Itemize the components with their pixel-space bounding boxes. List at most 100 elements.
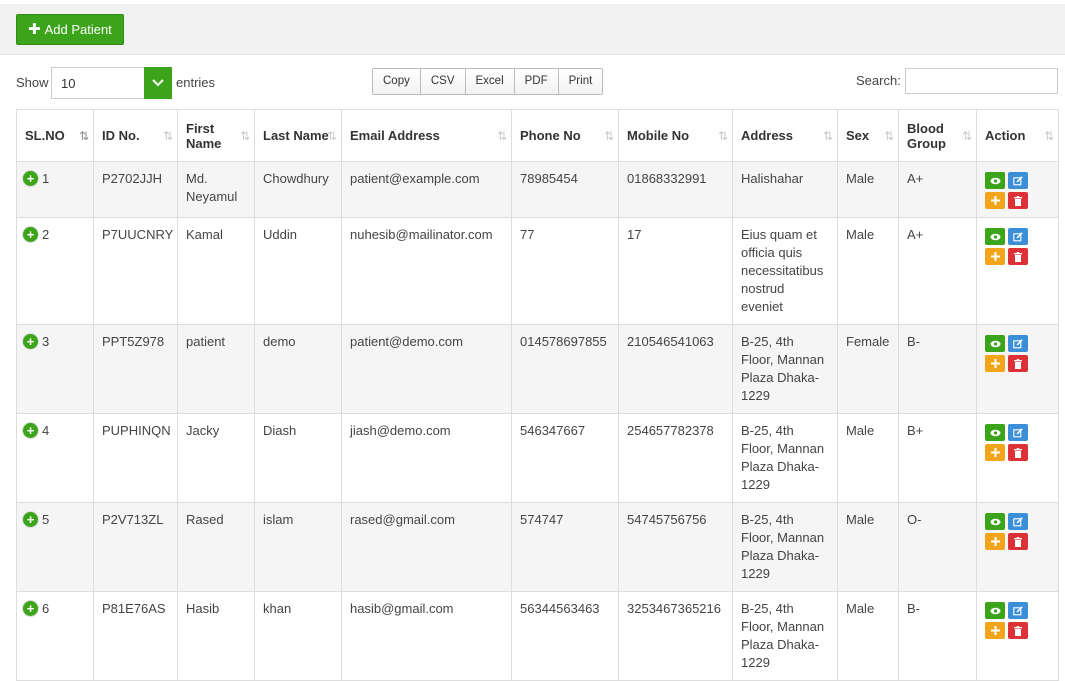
sl-no-value: 2 — [42, 227, 50, 242]
plus-circle-icon[interactable]: + — [23, 601, 38, 616]
sort-arrows-icon: ⇅ — [162, 128, 173, 143]
add-button[interactable] — [985, 248, 1005, 265]
header-id-no[interactable]: ID No. ⇅ — [93, 109, 178, 162]
plus-circle-icon[interactable]: + — [23, 227, 38, 242]
email-cell: nuhesib@mailinator.com — [341, 217, 512, 325]
edit-button[interactable] — [1008, 424, 1028, 441]
delete-button[interactable] — [1008, 622, 1028, 639]
phone-cell: 77 — [511, 217, 619, 325]
print-button[interactable]: Print — [558, 69, 603, 94]
view-button[interactable] — [985, 602, 1005, 619]
sex-cell: Male — [837, 591, 899, 681]
pdf-button[interactable]: PDF — [514, 69, 559, 94]
plus-circle-icon[interactable]: + — [23, 423, 38, 438]
header-address[interactable]: Address ⇅ — [732, 109, 838, 162]
chevron-down-icon[interactable] — [144, 67, 172, 99]
plus-icon: ✚ — [28, 21, 41, 38]
search-input[interactable] — [905, 68, 1058, 94]
email-cell: rased@gmail.com — [341, 502, 512, 592]
mobile-cell: 254657782378 — [618, 413, 733, 503]
header-blood-group[interactable]: Blood Group ⇅ — [898, 109, 977, 162]
sl-no-value: 3 — [42, 334, 50, 349]
sort-arrows-icon: ⇅ — [1043, 128, 1054, 143]
edit-button[interactable] — [1008, 602, 1028, 619]
copy-button[interactable]: Copy — [373, 69, 421, 94]
edit-button[interactable] — [1008, 228, 1028, 245]
sort-arrows-icon: ⇅ — [603, 128, 614, 143]
pencil-square-icon — [1013, 427, 1023, 437]
delete-button[interactable] — [1008, 192, 1028, 209]
first-name-cell: Jacky — [177, 413, 255, 503]
add-button[interactable] — [985, 192, 1005, 209]
sort-arrows-icon: ⇅ — [717, 128, 728, 143]
first-name-cell: Rased — [177, 502, 255, 592]
last-name-cell: Diash — [254, 413, 342, 503]
edit-button[interactable] — [1008, 513, 1028, 530]
sort-arrows-icon: ⇅ — [326, 128, 337, 143]
action-buttons — [985, 172, 1050, 209]
header-first-name[interactable]: First Name ⇅ — [177, 109, 255, 162]
delete-button[interactable] — [1008, 533, 1028, 550]
view-button[interactable] — [985, 172, 1005, 189]
add-button[interactable] — [985, 444, 1005, 461]
id-cell: PUPHINQN — [93, 413, 178, 503]
address-cell: B-25, 4th Floor, Mannan Plaza Dhaka-1229 — [732, 591, 838, 681]
view-button[interactable] — [985, 513, 1005, 530]
plus-circle-icon[interactable]: + — [23, 334, 38, 349]
view-button[interactable] — [985, 228, 1005, 245]
sort-arrows-icon: ⇅ — [883, 128, 894, 143]
first-name-cell: Md. Neyamul — [177, 161, 255, 218]
plus-circle-icon[interactable]: + — [23, 171, 38, 186]
table-row: +5 P2V713ZL Rased islam rased@gmail.com 57474… — [16, 502, 1059, 592]
header-action[interactable]: Action ⇅ — [976, 109, 1059, 162]
delete-button[interactable] — [1008, 248, 1028, 265]
sort-arrows-icon: ⇅ — [239, 128, 250, 143]
phone-cell: 78985454 — [511, 161, 619, 218]
header-email[interactable]: Email Address ⇅ — [341, 109, 512, 162]
view-button[interactable] — [985, 335, 1005, 352]
header-mobile[interactable]: Mobile No ⇅ — [618, 109, 733, 162]
trash-icon — [1014, 625, 1022, 636]
add-patient-label: Add Patient — [44, 22, 112, 37]
patient-table: SL.NO ⇅ ID No. ⇅ First Name ⇅ Last Name ⇅ Em… — [16, 109, 1059, 681]
show-label: Show — [16, 75, 49, 90]
export-buttons: Copy CSV Excel PDF Print — [372, 68, 604, 95]
action-cell — [976, 413, 1059, 503]
table-row: +3 PPT5Z978 patient demo patient@demo.com 014… — [16, 324, 1059, 414]
csv-button[interactable]: CSV — [420, 69, 466, 94]
sl-no-cell: +2 — [16, 217, 94, 325]
header-sl-no[interactable]: SL.NO ⇅ — [16, 109, 94, 162]
last-name-cell: demo — [254, 324, 342, 414]
table-row: +2 P7UUCNRY Kamal Uddin nuhesib@mailinator.c… — [16, 217, 1059, 325]
page-length-select[interactable]: 10 — [51, 67, 172, 99]
action-cell — [976, 161, 1059, 218]
add-button[interactable] — [985, 533, 1005, 550]
action-cell — [976, 217, 1059, 325]
pencil-square-icon — [1013, 516, 1023, 526]
add-button[interactable] — [985, 622, 1005, 639]
patient-table-wrapper: SL.NO ⇅ ID No. ⇅ First Name ⇅ Last Name ⇅ Em… — [16, 109, 1059, 681]
header-phone[interactable]: Phone No ⇅ — [511, 109, 619, 162]
pencil-square-icon — [1013, 338, 1023, 348]
excel-button[interactable]: Excel — [465, 69, 515, 94]
add-patient-button[interactable]: ✚ Add Patient — [16, 14, 124, 45]
view-button[interactable] — [985, 424, 1005, 441]
sl-no-cell: +4 — [16, 413, 94, 503]
eye-icon — [990, 233, 1000, 240]
last-name-cell: khan — [254, 591, 342, 681]
mobile-cell: 01868332991 — [618, 161, 733, 218]
delete-button[interactable] — [1008, 444, 1028, 461]
action-buttons — [985, 602, 1050, 639]
table-header-row: SL.NO ⇅ ID No. ⇅ First Name ⇅ Last Name ⇅ Em… — [16, 109, 1059, 162]
email-cell: patient@demo.com — [341, 324, 512, 414]
last-name-cell: islam — [254, 502, 342, 592]
edit-button[interactable] — [1008, 335, 1028, 352]
delete-button[interactable] — [1008, 355, 1028, 372]
first-name-cell: Kamal — [177, 217, 255, 325]
add-button[interactable] — [985, 355, 1005, 372]
header-last-name[interactable]: Last Name ⇅ — [254, 109, 342, 162]
plus-circle-icon[interactable]: + — [23, 512, 38, 527]
edit-button[interactable] — [1008, 172, 1028, 189]
search-label: Search: — [856, 73, 901, 88]
header-sex[interactable]: Sex ⇅ — [837, 109, 899, 162]
